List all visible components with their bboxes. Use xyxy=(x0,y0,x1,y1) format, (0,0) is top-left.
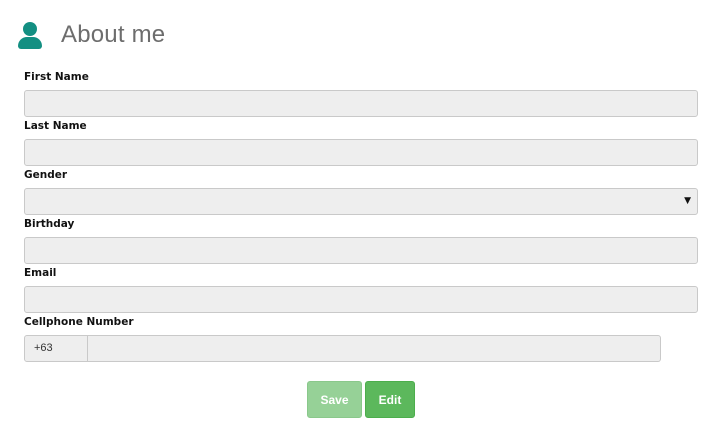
last-name-field[interactable] xyxy=(24,139,698,166)
birthday-label: Birthday xyxy=(24,218,75,230)
user-icon xyxy=(18,21,42,49)
gender-select[interactable]: ▼ xyxy=(24,188,698,215)
first-name-label: First Name xyxy=(24,71,89,83)
page-title: About me xyxy=(61,21,166,48)
birthday-field[interactable] xyxy=(24,237,698,264)
email-label: Email xyxy=(24,267,57,279)
phone-prefix: +63 xyxy=(24,335,88,362)
about-me-form: First Name Last Name Gender ▼ Birthday E… xyxy=(24,70,698,362)
edit-button[interactable]: Edit xyxy=(365,381,415,418)
last-name-label: Last Name xyxy=(24,120,87,132)
form-actions: Save Edit xyxy=(307,381,415,418)
first-name-field[interactable] xyxy=(24,90,698,117)
dropdown-arrow-icon: ▼ xyxy=(684,196,691,206)
cellphone-label: Cellphone Number xyxy=(24,316,134,328)
page-header: About me xyxy=(18,18,165,52)
gender-label: Gender xyxy=(24,169,68,181)
cellphone-field[interactable] xyxy=(88,335,661,362)
save-button[interactable]: Save xyxy=(307,381,362,418)
email-field[interactable] xyxy=(24,286,698,313)
cellphone-row: +63 xyxy=(24,335,698,362)
